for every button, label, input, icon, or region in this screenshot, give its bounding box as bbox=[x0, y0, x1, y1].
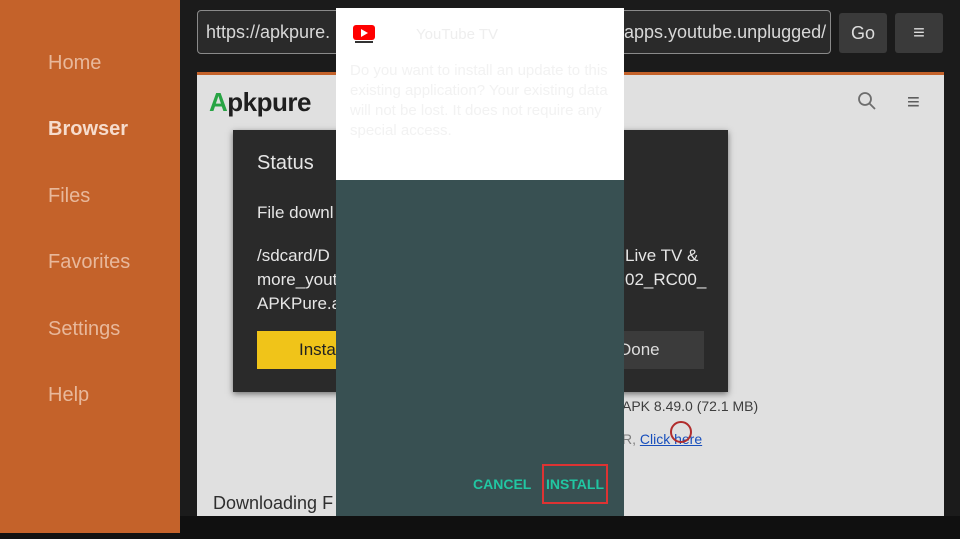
sidebar-item-home[interactable]: Home bbox=[48, 52, 101, 75]
installer-description: Do you want to install an update to this… bbox=[350, 62, 608, 139]
url-text-start: https://apkpure. bbox=[206, 22, 331, 42]
installer-dialog: YouTube TV Do you want to install an upd… bbox=[336, 8, 624, 516]
sidebar: Home Browser Files Favorites Settings He… bbox=[0, 0, 180, 539]
sidebar-item-help[interactable]: Help bbox=[48, 384, 89, 407]
youtube-tv-icon bbox=[353, 25, 375, 40]
installer-install-button[interactable]: INSTALL bbox=[542, 464, 608, 504]
status-title: Status bbox=[257, 152, 314, 174]
youtube-tv-icon-base bbox=[355, 41, 373, 43]
installer-app-name: YouTube TV bbox=[416, 26, 499, 43]
status-file-path-tail: Live TV & 02_RC00_ bbox=[625, 246, 707, 289]
go-button[interactable]: Go bbox=[839, 13, 887, 53]
sidebar-item-favorites[interactable]: Favorites bbox=[48, 251, 130, 274]
menu-button[interactable]: ≡ bbox=[895, 13, 943, 53]
sidebar-item-browser[interactable]: Browser bbox=[48, 118, 128, 141]
url-text-end: apps.youtube.unplugged/ bbox=[624, 22, 827, 42]
status-message: File downl bbox=[257, 203, 334, 222]
sidebar-item-files[interactable]: Files bbox=[48, 185, 90, 208]
installer-header: YouTube TV Do you want to install an upd… bbox=[336, 8, 624, 180]
bottom-strip bbox=[180, 516, 960, 539]
sidebar-item-settings[interactable]: Settings bbox=[48, 318, 120, 341]
installer-cancel-button[interactable]: CANCEL bbox=[473, 476, 531, 492]
sidebar-bottom-edge bbox=[0, 533, 180, 539]
